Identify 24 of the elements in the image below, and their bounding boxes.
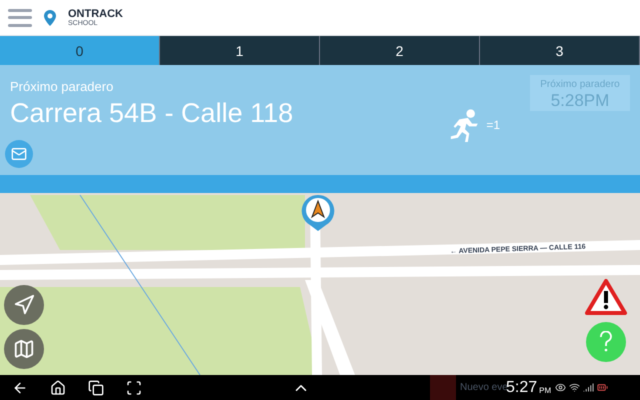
back-icon[interactable] [12,380,28,396]
mail-icon [11,146,27,162]
notification-thumbnail [430,375,456,400]
question-mark-icon [599,331,613,353]
eye-icon [555,382,566,393]
recent-apps-icon[interactable] [88,380,104,396]
clock-ampm: PM [539,384,552,396]
battery-icon [597,382,608,393]
next-stop-caption: Próximo paradero [10,78,114,96]
location-marker-icon [300,193,336,231]
wifi-icon [569,382,580,393]
home-icon[interactable] [50,380,66,396]
warning-icon[interactable] [584,278,628,316]
logo-pin-icon [44,10,56,26]
tab[interactable]: 0 [0,36,160,65]
logo-name: ONTRACK [68,8,123,20]
menu-icon[interactable] [8,6,32,28]
screenshot-icon[interactable] [126,380,142,396]
signal-icon [583,382,594,393]
passenger-count: =1 [486,117,500,134]
notification-text: Nuevo eve [460,382,506,395]
clock-time: 5:27 [506,378,538,398]
navigation-arrow-icon [13,294,35,316]
next-stop-name: Carrera 54B - Calle 118 [10,96,294,130]
